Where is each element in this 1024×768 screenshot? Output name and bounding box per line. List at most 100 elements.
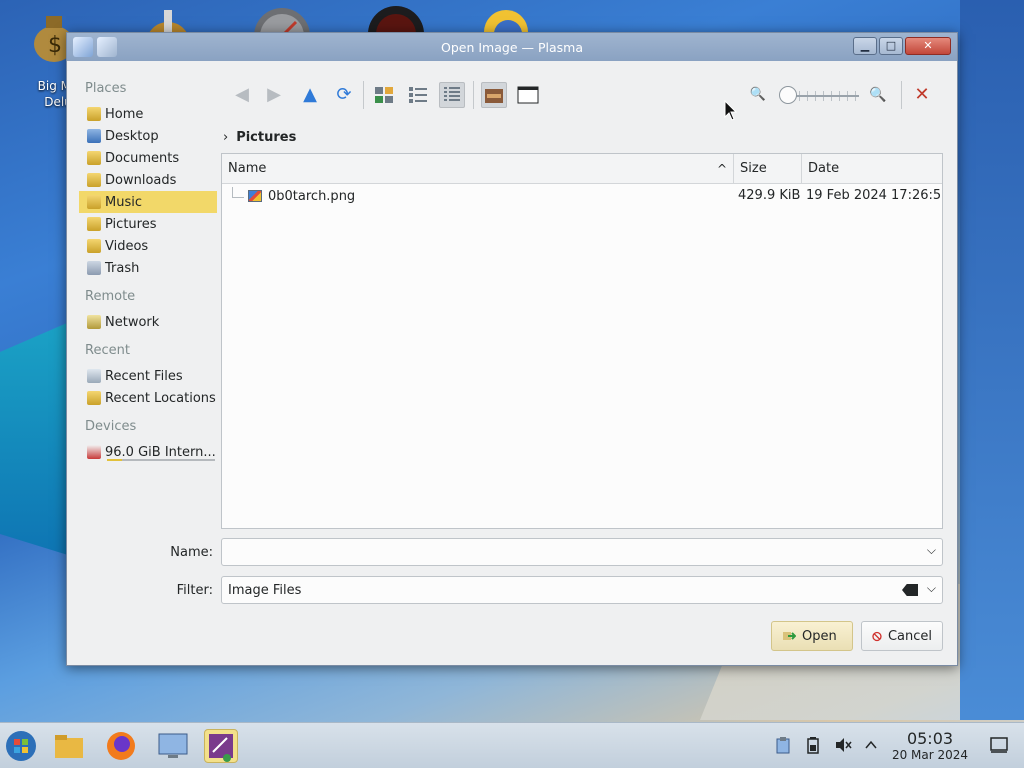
videos-folder-icon [87, 239, 101, 253]
split-view-button[interactable] [515, 82, 541, 108]
sidebar-item-videos[interactable]: Videos [79, 235, 217, 257]
toolbar-separator [363, 81, 364, 109]
options-tools-icon[interactable]: ✕ [909, 82, 935, 108]
toolbar-separator [473, 81, 474, 109]
sidebar-item-recent-files[interactable]: Recent Files [79, 365, 217, 387]
sidebar-item-pictures[interactable]: Pictures [79, 213, 217, 235]
filter-label: Filter: [176, 583, 213, 598]
network-folder-icon [87, 315, 101, 329]
file-name: 0b0tarch.png [268, 188, 356, 204]
sidebar-item-downloads[interactable]: Downloads [79, 169, 217, 191]
close-button[interactable]: ✕ [905, 37, 951, 55]
details-view-icon [444, 87, 460, 101]
sort-ascending-icon: ^ [716, 162, 727, 176]
sidebar-item-music[interactable]: Music [79, 191, 217, 213]
system-settings-icon[interactable] [156, 729, 190, 763]
column-header-size[interactable]: Size [734, 154, 802, 184]
open-arrow-icon [783, 632, 796, 640]
recent-section-title: Recent [85, 343, 130, 358]
panel-icon [517, 86, 539, 104]
tree-line [232, 186, 244, 198]
chevron-down-icon[interactable]: ⌵ [927, 543, 936, 558]
breadcrumb-current[interactable]: Pictures [236, 130, 296, 145]
battery-tray-icon[interactable] [806, 736, 820, 758]
column-header-date[interactable]: Date [802, 154, 942, 184]
clock-date: 20 Mar 2024 [891, 748, 969, 762]
drive-usage-fill [107, 459, 123, 461]
zoom-out-icon[interactable]: 🔍 [745, 82, 771, 108]
sidebar-item-documents[interactable]: Documents [79, 147, 217, 169]
sidebar-item-home[interactable]: Home [79, 103, 217, 125]
column-header-name[interactable]: Name ^ [222, 154, 734, 184]
drive-icon [87, 445, 101, 459]
recent-locations-icon [87, 391, 101, 405]
table-header: Name ^ Size Date [222, 154, 942, 184]
clear-text-icon[interactable] [902, 584, 918, 596]
open-button[interactable]: Open [771, 621, 853, 651]
name-combobox[interactable]: ⌵ [221, 538, 943, 566]
start-menu-icon[interactable] [4, 729, 38, 763]
minimize-button[interactable]: ▁ [853, 37, 877, 55]
file-size: 429.9 KiB [738, 187, 801, 203]
reload-button[interactable]: ⟳ [331, 82, 357, 108]
cancel-icon [872, 631, 882, 641]
sidebar-item-network[interactable]: Network [79, 311, 217, 333]
toolbar-separator [901, 81, 902, 109]
wallpaper-shape [960, 0, 1024, 720]
filter-input[interactable] [222, 577, 862, 603]
zoom-slider-ticks [799, 91, 859, 101]
file-date: 19 Feb 2024 17:26:51 [806, 187, 942, 203]
file-manager-icon[interactable] [52, 729, 86, 763]
window-title: Open Image — Plasma [441, 40, 583, 55]
back-button[interactable]: ◀ [229, 82, 255, 108]
zoom-in-icon[interactable]: 🔍 [865, 82, 891, 108]
details-view-button[interactable] [439, 82, 465, 108]
chevron-up-icon[interactable] [864, 736, 878, 758]
svg-text:$: $ [48, 33, 62, 58]
name-label: Name: [170, 545, 213, 560]
devices-section-title: Devices [85, 419, 137, 434]
name-input[interactable] [222, 539, 862, 565]
trash-icon [87, 261, 101, 275]
filter-combobox[interactable]: ⌵ [221, 576, 943, 604]
desktop-folder-icon [87, 129, 101, 143]
remote-section-title: Remote [85, 289, 136, 304]
title-bar[interactable]: Open Image — Plasma ▁ □ ✕ [67, 33, 957, 61]
volume-muted-icon[interactable] [834, 736, 852, 758]
preview-icon [485, 89, 503, 103]
cancel-button[interactable]: Cancel [861, 621, 943, 651]
breadcrumb: › Pictures [223, 127, 296, 147]
sidebar-item-recent-locations[interactable]: Recent Locations [79, 387, 217, 409]
home-folder-icon [87, 107, 101, 121]
sidebar-item-trash[interactable]: Trash [79, 257, 217, 279]
png-file-icon [248, 189, 262, 202]
file-list[interactable]: Name ^ Size Date 0b0tarch.png 429.9 KiB … [221, 153, 943, 529]
show-desktop-icon[interactable] [990, 736, 1008, 758]
places-section-title: Places [85, 81, 127, 96]
firefox-icon[interactable] [104, 729, 138, 763]
clipboard-tray-icon[interactable] [776, 736, 790, 758]
table-row[interactable]: 0b0tarch.png 429.9 KiB 19 Feb 2024 17:26… [222, 184, 942, 206]
taskbar: 05:03 20 Mar 2024 [0, 722, 1024, 768]
toolbar: ◀ ▶ ▲ ⟳ 🔍 🔍 ✕ [229, 79, 947, 113]
clock-time: 05:03 [906, 729, 954, 748]
sidebar-item-desktop[interactable]: Desktop [79, 125, 217, 147]
compact-view-button[interactable] [405, 82, 431, 108]
zoom-slider-handle[interactable] [779, 86, 797, 104]
icons-view-button[interactable] [371, 82, 397, 108]
preview-button[interactable] [481, 82, 507, 108]
clock[interactable]: 05:03 20 Mar 2024 [888, 731, 972, 763]
dialog-taskbar-icon[interactable] [204, 729, 238, 763]
recent-files-icon [87, 369, 101, 383]
up-button[interactable]: ▲ [297, 82, 323, 108]
open-image-dialog: Open Image — Plasma ▁ □ ✕ Places Home De… [66, 32, 958, 666]
forward-button[interactable]: ▶ [261, 82, 287, 108]
icons-view-icon [375, 87, 393, 103]
pictures-folder-icon [87, 217, 101, 231]
drive-usage-bar [107, 459, 215, 461]
breadcrumb-chevron-icon[interactable]: › [223, 130, 228, 145]
compact-view-icon [409, 87, 427, 103]
maximize-button[interactable]: □ [879, 37, 903, 55]
places-panel: Places Home Desktop Documents Downloads … [79, 73, 217, 463]
chevron-down-icon[interactable]: ⌵ [927, 581, 936, 596]
